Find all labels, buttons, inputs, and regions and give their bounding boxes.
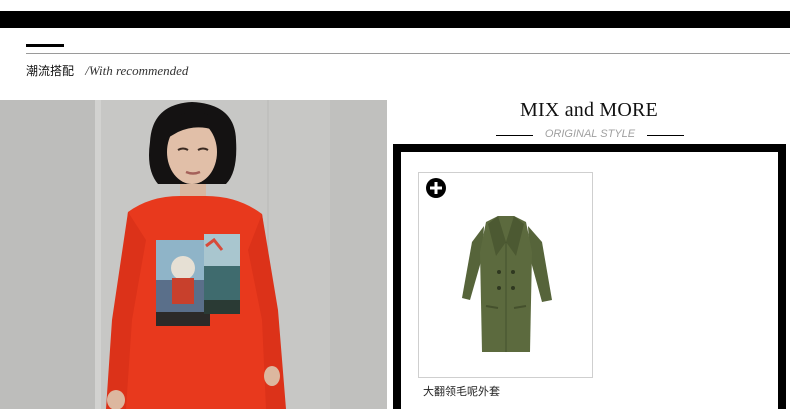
section-title-cn: 潮流搭配	[26, 64, 75, 78]
section-title: 潮流搭配 /With recommended	[26, 62, 188, 79]
mix-title: MIX and MORE	[520, 99, 658, 121]
section-title-en: /With recommended	[85, 63, 189, 78]
mix-subtitle-row: ORIGINAL STYLE	[392, 128, 786, 142]
plus-circle-icon[interactable]	[426, 178, 446, 198]
mix-subtitle: ORIGINAL STYLE	[544, 128, 636, 140]
product-name[interactable]: 大翻领毛呢外套	[423, 383, 500, 399]
subtitle-right-line	[647, 135, 684, 136]
coat-image[interactable]	[458, 212, 554, 354]
section-divider	[26, 53, 790, 54]
subtitle-left-line	[496, 135, 533, 136]
mix-and-more-heading: MIX and MORE ORIGINAL STYLE	[392, 100, 786, 142]
model-photo	[0, 100, 387, 409]
top-banner-bar	[0, 11, 790, 28]
model-illustration	[0, 100, 387, 409]
section-accent-line	[26, 44, 64, 47]
